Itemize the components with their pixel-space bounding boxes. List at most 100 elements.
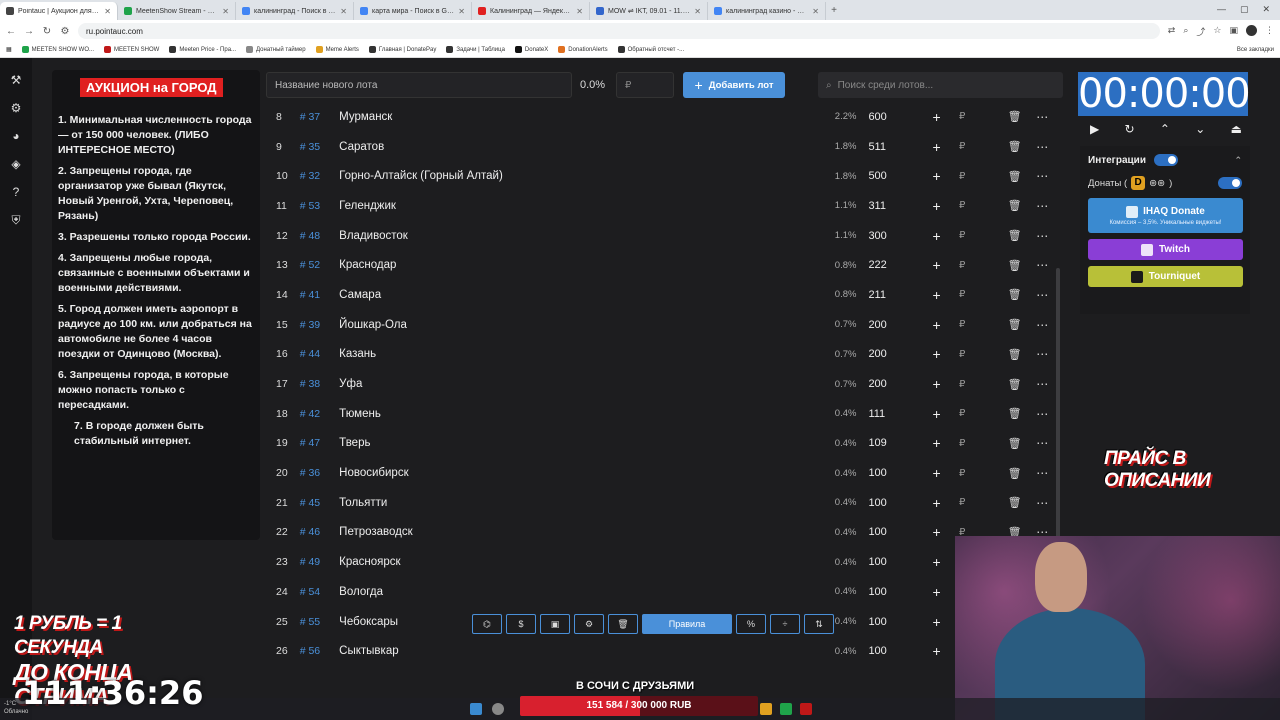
add-amount-icon[interactable]: + — [924, 614, 950, 630]
menu-dots-icon[interactable]: ⋮ — [1265, 25, 1274, 38]
more-options-icon[interactable]: ⋯ — [1028, 110, 1056, 124]
lot-id[interactable]: # 38 — [300, 378, 339, 390]
more-options-icon[interactable]: ⋯ — [1028, 288, 1056, 302]
settings-gear-icon[interactable]: ⚙ — [8, 100, 24, 116]
bookmark-item[interactable]: Задачи | Таблица — [446, 46, 505, 53]
maximize-icon[interactable]: ▢ — [1240, 4, 1249, 15]
add-amount-icon[interactable]: + — [924, 554, 950, 570]
lot-amount[interactable]: 100 — [864, 497, 923, 509]
apps-grid-icon[interactable]: ▦ — [6, 46, 12, 53]
browser-tab[interactable]: карта мира - Поиск в Google✕ — [354, 2, 472, 20]
more-options-icon[interactable]: ⋯ — [1028, 347, 1056, 361]
lot-name[interactable]: Петрозаводск — [339, 526, 813, 538]
lot-amount[interactable]: 100 — [864, 467, 923, 479]
more-options-icon[interactable]: ⋯ — [1028, 318, 1056, 332]
lot-name[interactable]: Красноярск — [339, 556, 813, 568]
delete-lot-icon[interactable]: 🗑 — [1001, 259, 1029, 272]
all-bookmarks-button[interactable]: Все закладки — [1237, 47, 1274, 53]
auction-hammer-icon[interactable]: ⚒ — [8, 72, 24, 88]
more-options-icon[interactable]: ⋯ — [1028, 199, 1056, 213]
bookmark-item[interactable]: MEETEN SHOW WO... — [21, 46, 94, 53]
taskbar-app-icon[interactable] — [800, 703, 812, 715]
lot-amount[interactable]: 311 — [864, 200, 923, 212]
lot-amount[interactable]: 200 — [864, 319, 923, 331]
lot-name[interactable]: Геленджик — [339, 200, 813, 212]
delete-lot-icon[interactable]: 🗑 — [1001, 407, 1029, 420]
add-amount-icon[interactable]: + — [924, 465, 950, 481]
lot-amount[interactable]: 100 — [864, 586, 923, 598]
lot-id[interactable]: # 45 — [300, 497, 339, 509]
bookmark-item[interactable]: Донатный таймер — [246, 46, 306, 53]
add-amount-icon[interactable]: + — [924, 287, 950, 303]
lot-name[interactable]: Казань — [339, 348, 813, 360]
add-amount-icon[interactable]: + — [924, 406, 950, 422]
new-lot-amount-input[interactable]: ₽ — [616, 72, 674, 98]
add-amount-icon[interactable]: + — [924, 584, 950, 600]
collapse-icon[interactable]: ⏏ — [1231, 122, 1242, 136]
delete-lot-icon[interactable]: 🗑 — [1001, 110, 1029, 123]
reload-icon[interactable]: ↻ — [42, 26, 52, 37]
add-amount-icon[interactable]: + — [924, 376, 950, 392]
chevron-up-icon[interactable]: ⌃ — [1234, 155, 1242, 166]
reset-icon[interactable]: ↻ — [1125, 122, 1135, 136]
lot-name[interactable]: Йошкар-Ола — [339, 319, 813, 331]
add-amount-icon[interactable]: + — [924, 198, 950, 214]
layers-icon[interactable]: ◈ — [8, 156, 24, 172]
more-options-icon[interactable]: ⋯ — [1028, 169, 1056, 183]
url-field[interactable]: ru.pointauc.com — [78, 23, 1160, 39]
browser-tab[interactable]: Калининград — Яндекс Карты✕ — [472, 2, 590, 20]
bookmark-item[interactable]: DonationAlerts — [558, 46, 608, 53]
lot-id[interactable]: # 41 — [300, 289, 339, 301]
tourniquet-button[interactable]: Tourniquet — [1088, 266, 1243, 287]
tab-close-icon[interactable]: ✕ — [458, 7, 465, 16]
windows-start-icon[interactable] — [470, 703, 482, 715]
more-options-icon[interactable]: ⋯ — [1028, 229, 1056, 243]
more-options-icon[interactable]: ⋯ — [1028, 258, 1056, 272]
lot-id[interactable]: # 55 — [300, 616, 339, 628]
add-amount-icon[interactable]: + — [924, 317, 950, 333]
tab-close-icon[interactable]: ✕ — [694, 7, 701, 16]
bookmark-item[interactable]: DonateX — [514, 46, 548, 53]
add-amount-icon[interactable]: + — [924, 435, 950, 451]
bookmark-star-icon[interactable]: ☆ — [1213, 25, 1221, 38]
donates-toggle[interactable] — [1218, 177, 1242, 189]
tab-close-icon[interactable]: ✕ — [340, 7, 347, 16]
extensions-icon[interactable]: ▣ — [1229, 25, 1238, 38]
browser-tab[interactable]: калининград - Поиск в Google✕ — [236, 2, 354, 20]
settings-icon[interactable]: ⚙ — [574, 614, 604, 634]
taskbar-search-icon[interactable] — [492, 703, 504, 715]
lot-id[interactable]: # 36 — [300, 467, 339, 479]
lot-amount[interactable]: 600 — [864, 111, 923, 123]
lot-id[interactable]: # 47 — [300, 437, 339, 449]
lot-amount[interactable]: 200 — [864, 348, 923, 360]
browser-tab[interactable]: MeetenShow Stream - Watch ...✕ — [118, 2, 236, 20]
add-amount-icon[interactable]: + — [924, 109, 950, 125]
divide-icon[interactable]: ÷ — [770, 614, 800, 634]
more-options-icon[interactable]: ⋯ — [1028, 377, 1056, 391]
add-amount-icon[interactable]: + — [924, 257, 950, 273]
delete-lot-icon[interactable]: 🗑 — [1001, 229, 1029, 242]
iq-donate-button[interactable]: IHAQ Donate Комиссия – 3,5%. Уникальные … — [1088, 198, 1243, 233]
lot-id[interactable]: # 42 — [300, 408, 339, 420]
percent-button[interactable]: % — [736, 614, 766, 634]
add-amount-icon[interactable]: + — [924, 228, 950, 244]
lot-amount[interactable]: 500 — [864, 170, 923, 182]
profile-avatar[interactable] — [1246, 24, 1257, 36]
lot-name[interactable]: Краснодар — [339, 259, 813, 271]
lot-name[interactable]: Сыктывкар — [339, 645, 813, 657]
delete-lot-icon[interactable]: 🗑 — [1001, 318, 1029, 331]
bookmark-item[interactable]: Обратный отсчет -... — [617, 46, 684, 53]
lot-id[interactable]: # 37 — [300, 111, 339, 123]
lot-amount[interactable]: 100 — [864, 645, 923, 657]
add-amount-icon[interactable]: + — [924, 139, 950, 155]
translate-icon[interactable]: ⇄ — [1168, 25, 1176, 38]
delete-lot-icon[interactable]: 🗑 — [1001, 170, 1029, 183]
lot-id[interactable]: # 52 — [300, 259, 339, 271]
lot-amount[interactable]: 100 — [864, 556, 923, 568]
chevron-up-icon[interactable]: ⌃ — [1160, 122, 1170, 136]
add-amount-icon[interactable]: + — [924, 495, 950, 511]
help-icon[interactable]: ? — [8, 184, 24, 200]
taskbar-app-icon[interactable] — [760, 703, 772, 715]
tab-close-icon[interactable]: ✕ — [812, 7, 819, 16]
taskbar-app-icon[interactable] — [780, 703, 792, 715]
